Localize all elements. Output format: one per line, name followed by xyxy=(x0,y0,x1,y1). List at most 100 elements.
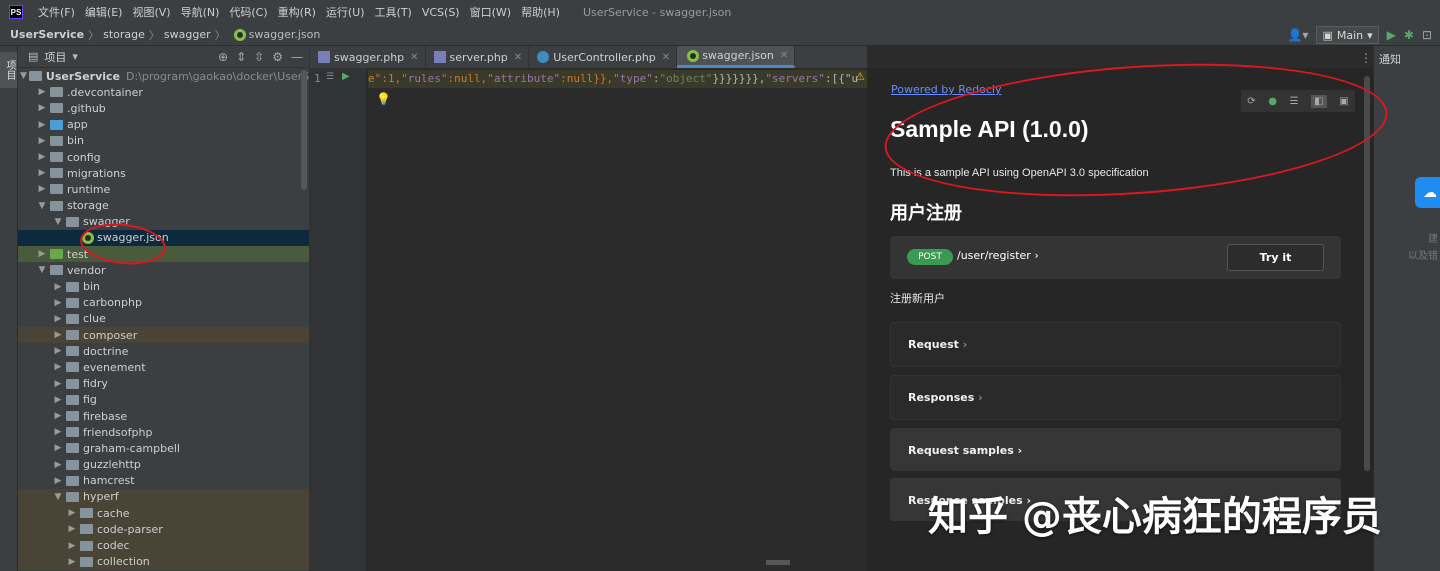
notifications-tab[interactable]: 通知 xyxy=(1379,51,1401,67)
close-icon[interactable]: ✕ xyxy=(780,50,788,61)
tree-item[interactable]: ▶ .devcontainer xyxy=(18,84,309,100)
menu-edit[interactable]: 编辑(E) xyxy=(80,4,128,20)
endpoint-path[interactable]: /user/register › xyxy=(957,249,1039,262)
fold-icon[interactable]: ☰ xyxy=(326,72,334,82)
tree-item[interactable]: ▶ app xyxy=(18,117,309,133)
tree-item-label: bin xyxy=(83,280,101,294)
user-icon[interactable]: 👤▾ xyxy=(1287,28,1308,42)
more-options-icon[interactable]: ⋮ xyxy=(1360,51,1372,65)
collapse-all-icon[interactable]: ⇳ xyxy=(254,50,264,64)
tree-item[interactable]: ▶ doctrine xyxy=(18,343,309,359)
chevron-right-icon: ▶ xyxy=(54,475,62,486)
tab-usercontroller-php[interactable]: UserController.php ✕ xyxy=(529,46,678,68)
cloud-icon[interactable]: ☁ xyxy=(1415,177,1440,208)
code-line[interactable]: e":1,"rules":null,"attribute":null}},"ty… xyxy=(368,70,868,88)
tree-item-label: codec xyxy=(97,539,130,553)
folder-icon xyxy=(66,475,79,486)
gear-icon[interactable]: ⚙ xyxy=(272,50,283,64)
tree-item[interactable]: ▶ migrations xyxy=(18,165,309,181)
tree-item[interactable]: ▶ .github xyxy=(18,100,309,116)
menu-window[interactable]: 窗口(W) xyxy=(465,4,516,20)
menu-view[interactable]: 视图(V) xyxy=(127,4,175,20)
tree-item[interactable]: ▶ collection xyxy=(18,553,309,570)
tree-item-label: composer xyxy=(83,328,138,342)
menu-code[interactable]: 代码(C) xyxy=(224,4,272,20)
folder-icon xyxy=(66,411,79,422)
coverage-icon[interactable]: ⊡ xyxy=(1422,28,1432,42)
tab-server-php[interactable]: server.php ✕ xyxy=(426,46,530,68)
close-icon[interactable]: ✕ xyxy=(514,52,522,63)
project-view-icon: ▤ xyxy=(28,50,39,63)
minimize-icon[interactable]: — xyxy=(291,50,303,64)
json-file-icon xyxy=(687,49,700,62)
request-samples-panel[interactable]: Request samples › xyxy=(890,428,1341,471)
panel-label: Responses xyxy=(908,391,975,404)
tree-item[interactable]: ▶ codec xyxy=(18,537,309,554)
tree-item[interactable]: ▼ hyperf xyxy=(18,488,309,506)
menu-help[interactable]: 帮助(H) xyxy=(516,4,565,20)
folder-icon xyxy=(50,200,63,211)
tree-item[interactable]: ▶ clue xyxy=(18,311,309,327)
menu-vcs[interactable]: VCS(S) xyxy=(417,6,465,19)
project-panel-title[interactable]: 项目 xyxy=(44,49,66,65)
tree-item[interactable]: ▼ swagger xyxy=(18,214,309,230)
tree-item[interactable]: ▶ graham-campbell xyxy=(18,440,309,456)
tree-item[interactable]: ▶ runtime xyxy=(18,181,309,197)
expand-all-icon[interactable]: ⇕ xyxy=(236,50,246,64)
endpoint-card[interactable]: POST /user/register › Try it xyxy=(890,236,1341,279)
tab-swagger-json[interactable]: swagger.json ✕ xyxy=(677,46,796,68)
tree-item[interactable]: ▶ bin xyxy=(18,278,309,294)
breadcrumb-file[interactable]: swagger.json xyxy=(226,28,320,41)
breadcrumb-storage[interactable]: storage xyxy=(99,28,145,41)
close-icon[interactable]: ✕ xyxy=(662,52,670,63)
tree-item-root[interactable]: ▼ UserService D:\program\gaokao\docker\U… xyxy=(18,68,309,84)
tree-item[interactable]: ▶ composer xyxy=(18,327,309,344)
tree-item[interactable]: ▶ firebase xyxy=(18,408,309,424)
tree-item[interactable]: ▶ fidry xyxy=(18,376,309,392)
chevron-right-icon: ▶ xyxy=(54,330,62,341)
chevron-right-icon: ▶ xyxy=(38,119,46,130)
breadcrumb-swagger[interactable]: swagger xyxy=(160,28,211,41)
http-method-badge: POST xyxy=(907,249,953,265)
tree-item[interactable]: ▼ vendor xyxy=(18,262,309,278)
menu-refactor[interactable]: 重构(R) xyxy=(273,4,321,20)
lightbulb-icon[interactable]: 💡 xyxy=(376,92,391,106)
try-it-button[interactable]: Try it xyxy=(1227,244,1324,271)
tree-item[interactable]: ▶ hamcrest xyxy=(18,473,309,489)
breadcrumb-separator-icon: 〉 xyxy=(148,28,160,42)
project-tool-tab[interactable]: 项目 xyxy=(0,52,18,88)
chevron-down-icon[interactable]: ▾ xyxy=(72,50,78,63)
tab-swagger-php[interactable]: swagger.php ✕ xyxy=(310,46,426,68)
tree-item[interactable]: ▶ carbonphp xyxy=(18,295,309,311)
tree-item[interactable]: ▼ storage xyxy=(18,198,309,214)
run-icon[interactable]: ▶ xyxy=(342,71,350,82)
tree-item[interactable]: ▶ code-parser xyxy=(18,521,309,538)
run-config-select[interactable]: ▣ Main ▾ xyxy=(1316,26,1379,44)
close-icon[interactable]: ✕ xyxy=(410,52,418,63)
run-icon[interactable]: ▶ xyxy=(1387,28,1396,42)
folder-icon xyxy=(66,330,79,341)
chevron-right-icon: ▶ xyxy=(54,281,62,292)
menu-navigate[interactable]: 导航(N) xyxy=(176,4,225,20)
tree-item[interactable]: ▶ config xyxy=(18,149,309,165)
tree-item[interactable]: ▶ fig xyxy=(18,392,309,408)
chevron-right-icon: ▶ xyxy=(54,362,62,373)
request-panel[interactable]: Request › xyxy=(890,322,1341,367)
menu-run[interactable]: 运行(U) xyxy=(321,4,370,20)
warning-icon[interactable]: ⚠ xyxy=(855,70,865,83)
tree-item[interactable]: ▶ cache xyxy=(18,505,309,522)
breadcrumb-project[interactable]: UserService xyxy=(0,28,84,41)
tree-item[interactable]: ▶ bin xyxy=(18,133,309,149)
menu-tools[interactable]: 工具(T) xyxy=(370,4,417,20)
responses-panel[interactable]: Responses › xyxy=(890,375,1341,420)
folder-icon xyxy=(66,427,79,438)
tree-item[interactable]: ▶ evenement xyxy=(18,359,309,375)
tree-item[interactable]: ▶ guzzlehttp xyxy=(18,457,309,473)
locate-icon[interactable]: ⊕ xyxy=(218,50,228,64)
menu-file[interactable]: 文件(F) xyxy=(33,4,80,20)
tree-item[interactable]: ▶ friendsofphp xyxy=(18,424,309,440)
debug-icon[interactable]: ✱ xyxy=(1404,28,1414,42)
project-scrollbar[interactable] xyxy=(301,70,307,190)
editor-horizontal-scrollbar[interactable] xyxy=(766,560,790,565)
tree-item-label: runtime xyxy=(67,182,111,196)
